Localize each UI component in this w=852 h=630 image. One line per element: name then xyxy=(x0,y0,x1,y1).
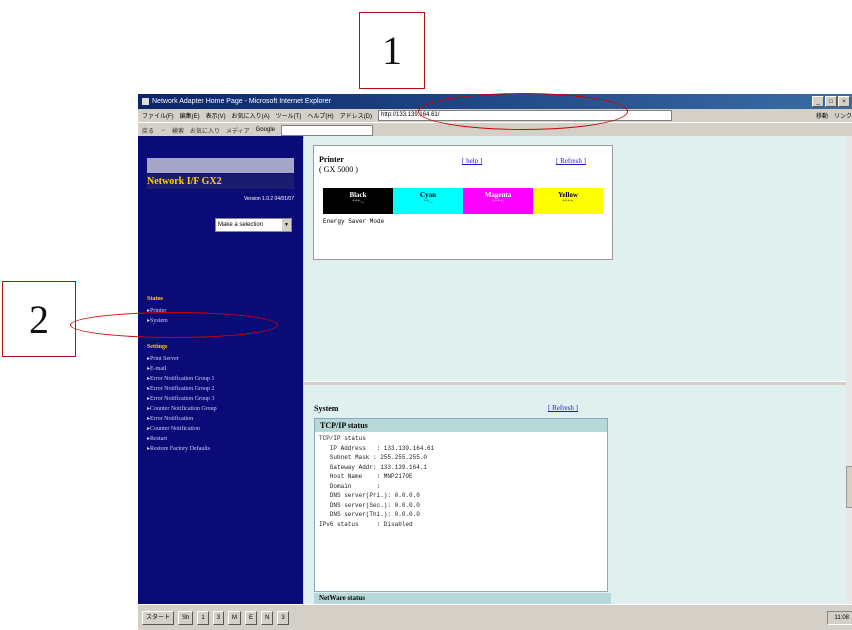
printer-frame: Printer ( GX 5000 ) [ help ] [ Refresh ]… xyxy=(304,136,846,381)
menu-file[interactable]: ファイル(F) xyxy=(142,111,174,120)
taskbar-button[interactable]: 1 xyxy=(197,611,209,625)
dropdown-arrow-icon: ▼ xyxy=(282,219,291,231)
printer-card: Printer ( GX 5000 ) [ help ] [ Refresh ]… xyxy=(313,145,613,260)
tcpip-line: Host Name : MNP2170E xyxy=(319,473,413,480)
address-label: アドレス(D) xyxy=(339,114,373,120)
ie-app-icon xyxy=(142,98,149,105)
system-clock: 11:08 xyxy=(827,611,852,625)
links-label[interactable]: リンク xyxy=(834,111,852,120)
callout-label-2: 2 xyxy=(2,281,76,357)
system-frame: System [ Refresh ] TCP/IP status TCP/IP … xyxy=(304,385,846,604)
tcpip-panel: TCP/IP status TCP/IP status IP Address :… xyxy=(314,418,608,592)
sidebar-item-counter-group[interactable]: ▸Counter Notification Group xyxy=(147,405,217,412)
taskbar-button[interactable]: E xyxy=(245,611,258,625)
sidebar-item-error-group-2[interactable]: ▸Error Notification Group 2 xyxy=(147,385,215,392)
taskbar-button[interactable]: 3 xyxy=(277,611,289,625)
sidebar-item-print-server[interactable]: ▸Print Server xyxy=(147,355,179,362)
search-button[interactable]: 検索 xyxy=(172,126,184,135)
brand-title: Network I/F GX2 xyxy=(147,174,294,189)
forward-button[interactable]: → xyxy=(160,127,166,133)
menu-tools[interactable]: ツール(T) xyxy=(276,111,302,120)
browser-window: Network Adapter Home Page - Microsoft In… xyxy=(138,94,852,630)
sidebar-item-counter-notification[interactable]: ▸Counter Notification xyxy=(147,425,200,432)
minimize-button[interactable]: _ xyxy=(812,96,824,107)
netware-header: NetWare status xyxy=(314,593,611,604)
tcpip-line: Domain : xyxy=(319,482,381,490)
vertical-scrollbar[interactable] xyxy=(846,136,852,604)
tcpip-line: Gateway Addr: 133.139.164.1 xyxy=(319,463,428,471)
google-search-input[interactable] xyxy=(281,124,373,136)
start-button[interactable]: スタート xyxy=(142,611,175,625)
sidebar-item-error-group-3[interactable]: ▸Error Notification Group 3 xyxy=(147,395,215,402)
back-button[interactable]: 戻る xyxy=(142,126,154,135)
address-highlight-ellipse xyxy=(418,93,628,130)
tcpip-line: TCP/IP status xyxy=(319,435,366,442)
printer-refresh-link[interactable]: [ Refresh ] xyxy=(556,157,586,165)
sidebar-item-restart[interactable]: ▸Restart xyxy=(147,435,167,442)
sidebar-item-email[interactable]: ▸E-mail xyxy=(147,365,166,372)
favorites-button[interactable]: お気に入り xyxy=(190,126,220,135)
system-title: System xyxy=(314,404,339,413)
tcpip-line: DNS server(Sec.): 0.0.0.0 xyxy=(319,501,420,509)
help-link[interactable]: [ help ] xyxy=(462,157,482,165)
close-button[interactable]: × xyxy=(838,96,850,107)
tcpip-header: TCP/IP status xyxy=(315,419,607,432)
ink-levels: Black +++._ Cyan ++._ Magenta ++++. Yellow +… xyxy=(323,188,603,214)
sidebar-item-error-notification[interactable]: ▸Error Notification xyxy=(147,415,193,422)
taskbar-button[interactable]: M xyxy=(228,611,242,625)
sidebar: Network I/F GX2 Version 1.0.2 04/01/07 M… xyxy=(138,136,303,604)
tcpip-line: DNS server(Thi.): 0.0.0.0 xyxy=(319,511,420,518)
menu-favorites[interactable]: お気に入り(A) xyxy=(232,111,270,120)
sidebar-banner xyxy=(147,158,294,173)
tcpip-line: Subnet Mask : 255.255.255.0 xyxy=(319,454,428,461)
settings-heading: Settings xyxy=(147,344,168,350)
go-button[interactable]: 移動 xyxy=(816,111,828,120)
callout-label-1: 1 xyxy=(359,12,425,89)
printer-title: Printer xyxy=(319,155,344,164)
sidebar-item-error-group-1[interactable]: ▸Error Notification Group 1 xyxy=(147,375,215,382)
tcpip-line: DNS server(Pri.): 0.0.0.0 xyxy=(319,492,420,499)
media-button[interactable]: メディア xyxy=(226,126,250,135)
printer-model: ( GX 5000 ) xyxy=(319,165,358,174)
ink-yellow: Yellow ++++. xyxy=(533,188,603,214)
menu-edit[interactable]: 編集(E) xyxy=(180,111,200,120)
menu-view[interactable]: 表示(V) xyxy=(206,111,226,120)
ink-magenta: Magenta ++++. xyxy=(463,188,533,214)
taskbar-button[interactable]: 3 xyxy=(212,611,225,625)
tcpip-line: IP Address : 133.139.164.61 xyxy=(319,444,435,452)
ink-cyan: Cyan ++._ xyxy=(393,188,463,214)
scrollbar-thumb[interactable] xyxy=(846,466,852,508)
status-heading: Status xyxy=(147,296,164,302)
tcpip-line: IPv6 status : Disabled xyxy=(319,520,413,528)
version-text: Version 1.0.2 04/01/07 xyxy=(243,196,294,202)
page-content: Network I/F GX2 Version 1.0.2 04/01/07 M… xyxy=(138,136,846,604)
taskbar: スタート Sh 1 3 M E N 3 11:08 xyxy=(138,604,852,630)
printer-status-text: Energy Saver Mode xyxy=(323,218,385,225)
google-label: Google xyxy=(255,127,275,133)
email-highlight-ellipse xyxy=(70,312,278,338)
tcpip-details: TCP/IP status IP Address : 133.139.164.6… xyxy=(319,434,607,529)
dropdown-value: Make a selection xyxy=(218,222,264,228)
taskbar-button[interactable]: Sh xyxy=(178,611,194,625)
sidebar-item-restore-defaults[interactable]: ▸Restore Factory Defaults xyxy=(147,445,210,452)
selection-dropdown[interactable]: Make a selection ▼ xyxy=(215,218,292,232)
window-controls: _ □ × xyxy=(812,96,850,107)
system-refresh-link[interactable]: [ Refresh ] xyxy=(548,404,578,412)
ink-black: Black +++._ xyxy=(323,188,393,214)
menu-help[interactable]: ヘルプ(H) xyxy=(307,111,333,120)
taskbar-button[interactable]: N xyxy=(261,611,274,625)
maximize-button[interactable]: □ xyxy=(825,96,837,107)
